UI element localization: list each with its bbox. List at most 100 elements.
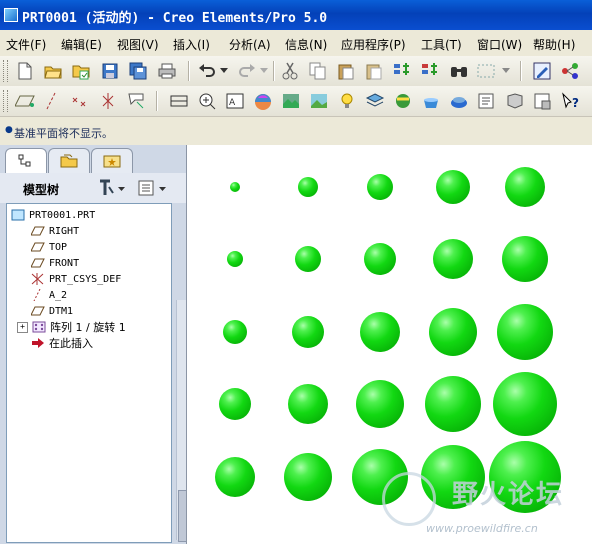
menu-insert[interactable]: 插入(I) <box>173 36 210 53</box>
tree-node-part[interactable]: PRT0001.PRT <box>11 207 95 223</box>
tree-node-dtm1[interactable]: DTM1 <box>30 303 73 319</box>
model-tree-tab[interactable] <box>5 148 47 173</box>
datum-point-display-icon[interactable] <box>70 90 92 112</box>
menu-tools[interactable]: 工具(T) <box>421 36 462 53</box>
copy-icon[interactable] <box>307 60 329 82</box>
undo-dropdown-icon[interactable] <box>218 60 230 82</box>
tree-node-label: RIGHT <box>49 225 80 237</box>
watermark-logo-icon <box>382 472 436 526</box>
redo-icon[interactable] <box>236 60 258 82</box>
tree-node-top[interactable]: TOP <box>30 239 67 255</box>
zoom-in-icon[interactable] <box>196 90 218 112</box>
tree-node-right[interactable]: RIGHT <box>30 223 80 239</box>
render-icon[interactable] <box>476 90 498 112</box>
tree-settings-icon[interactable] <box>98 179 126 200</box>
toolbar-standard <box>0 56 592 86</box>
pattern-sphere[interactable] <box>425 376 481 432</box>
pattern-sphere[interactable] <box>230 182 240 192</box>
tree-node-insert-here[interactable]: 在此插入 <box>31 335 93 351</box>
undo-icon[interactable] <box>196 60 218 82</box>
paste-icon[interactable] <box>335 60 357 82</box>
menu-analysis[interactable]: 分析(A) <box>229 36 271 53</box>
menu-bar: 文件(F) 编辑(E) 视图(V) 插入(I) 分析(A) 信息(N) 应用程序… <box>0 30 592 57</box>
pattern-sphere[interactable] <box>364 243 396 275</box>
save-copy-icon[interactable] <box>127 60 149 82</box>
pattern-sphere[interactable] <box>505 167 545 207</box>
relations-icon[interactable] <box>559 60 581 82</box>
menu-window[interactable]: 窗口(W) <box>477 36 522 53</box>
pattern-sphere[interactable] <box>223 320 247 344</box>
zoom-out-icon[interactable]: A <box>224 90 246 112</box>
orient-icon[interactable] <box>308 90 330 112</box>
regenerate-manager-icon[interactable] <box>419 60 441 82</box>
menu-help[interactable]: 帮助(H) <box>533 36 575 53</box>
pattern-sphere[interactable] <box>436 170 470 204</box>
datum-axis-display-icon[interactable] <box>42 90 64 112</box>
pattern-sphere[interactable] <box>367 174 393 200</box>
pattern-sphere[interactable] <box>356 380 404 428</box>
cut-icon[interactable] <box>279 60 301 82</box>
pattern-sphere[interactable] <box>215 457 255 497</box>
regenerate-icon[interactable] <box>391 60 413 82</box>
print-icon[interactable] <box>156 60 178 82</box>
pattern-sphere[interactable] <box>433 239 473 279</box>
shading-icon[interactable] <box>504 90 526 112</box>
lighting-icon[interactable] <box>392 90 414 112</box>
refit-icon[interactable] <box>168 90 190 112</box>
tree-node-pattern[interactable]: + 阵列 1 / 旋转 1 <box>17 319 126 335</box>
toolbar-grip[interactable] <box>3 90 8 112</box>
selection-box-icon[interactable] <box>474 60 498 82</box>
tree-node-front[interactable]: FRONT <box>30 255 79 271</box>
tree-node-csys[interactable]: PRT_CSYS_DEF <box>31 271 121 287</box>
save-icon[interactable] <box>99 60 121 82</box>
pattern-sphere[interactable] <box>284 453 332 501</box>
spin-center-icon[interactable] <box>280 90 302 112</box>
datum-plane-icon <box>30 305 45 317</box>
tree-node-label: PRT_CSYS_DEF <box>49 273 122 285</box>
appearance-icon[interactable] <box>420 90 442 112</box>
toolbar-grip[interactable] <box>3 60 8 82</box>
pattern-sphere[interactable] <box>292 316 324 348</box>
menu-view[interactable]: 视图(V) <box>117 36 159 53</box>
pattern-sphere[interactable] <box>219 388 251 420</box>
layers-icon[interactable] <box>364 90 386 112</box>
pattern-sphere[interactable] <box>360 312 400 352</box>
select-dropdown-icon[interactable] <box>500 60 512 82</box>
open-file-icon[interactable] <box>42 60 64 82</box>
pattern-sphere[interactable] <box>429 308 477 356</box>
new-file-icon[interactable] <box>14 60 36 82</box>
find-icon[interactable] <box>448 60 470 82</box>
expand-icon[interactable]: + <box>17 321 28 333</box>
pattern-sphere[interactable] <box>298 177 318 197</box>
edit-definition-icon[interactable] <box>531 60 553 82</box>
saved-views-icon[interactable] <box>336 90 358 112</box>
pattern-sphere[interactable] <box>493 372 557 436</box>
tree-node-axis[interactable]: A_2 <box>31 287 67 303</box>
pattern-sphere[interactable] <box>502 236 548 282</box>
whats-this-icon[interactable]: ? <box>560 90 582 112</box>
coord-sys-display-icon[interactable] <box>98 90 120 112</box>
pattern-sphere[interactable] <box>295 246 321 272</box>
annotation-display-icon[interactable] <box>126 90 148 112</box>
pattern-sphere[interactable] <box>227 251 243 267</box>
model-tree-toggle-icon[interactable] <box>448 90 470 112</box>
window-title: PRT0001 (活动的) - Creo Elements/Pro 5.0 <box>22 11 328 26</box>
tree-show-icon[interactable] <box>137 179 169 200</box>
datum-plane-display-icon[interactable] <box>14 90 36 112</box>
menu-info[interactable]: 信息(N) <box>285 36 327 53</box>
repaint-icon[interactable] <box>252 90 274 112</box>
favorites-tab[interactable] <box>91 148 133 173</box>
redo-dropdown-icon[interactable] <box>258 60 270 82</box>
menu-edit[interactable]: 编辑(E) <box>61 36 102 53</box>
paste-special-icon[interactable] <box>363 60 385 82</box>
folder-browser-tab[interactable] <box>48 148 90 173</box>
folder-browser-tab-icon <box>60 154 78 168</box>
menu-file[interactable]: 文件(F) <box>6 36 46 53</box>
open-folder-icon[interactable] <box>70 60 92 82</box>
pattern-sphere[interactable] <box>288 384 328 424</box>
datum-plane-icon <box>30 257 45 269</box>
menu-applications[interactable]: 应用程序(P) <box>341 36 406 53</box>
model-display-icon[interactable] <box>532 90 554 112</box>
message-bullet-icon: ● <box>5 125 13 135</box>
pattern-sphere[interactable] <box>497 304 553 360</box>
